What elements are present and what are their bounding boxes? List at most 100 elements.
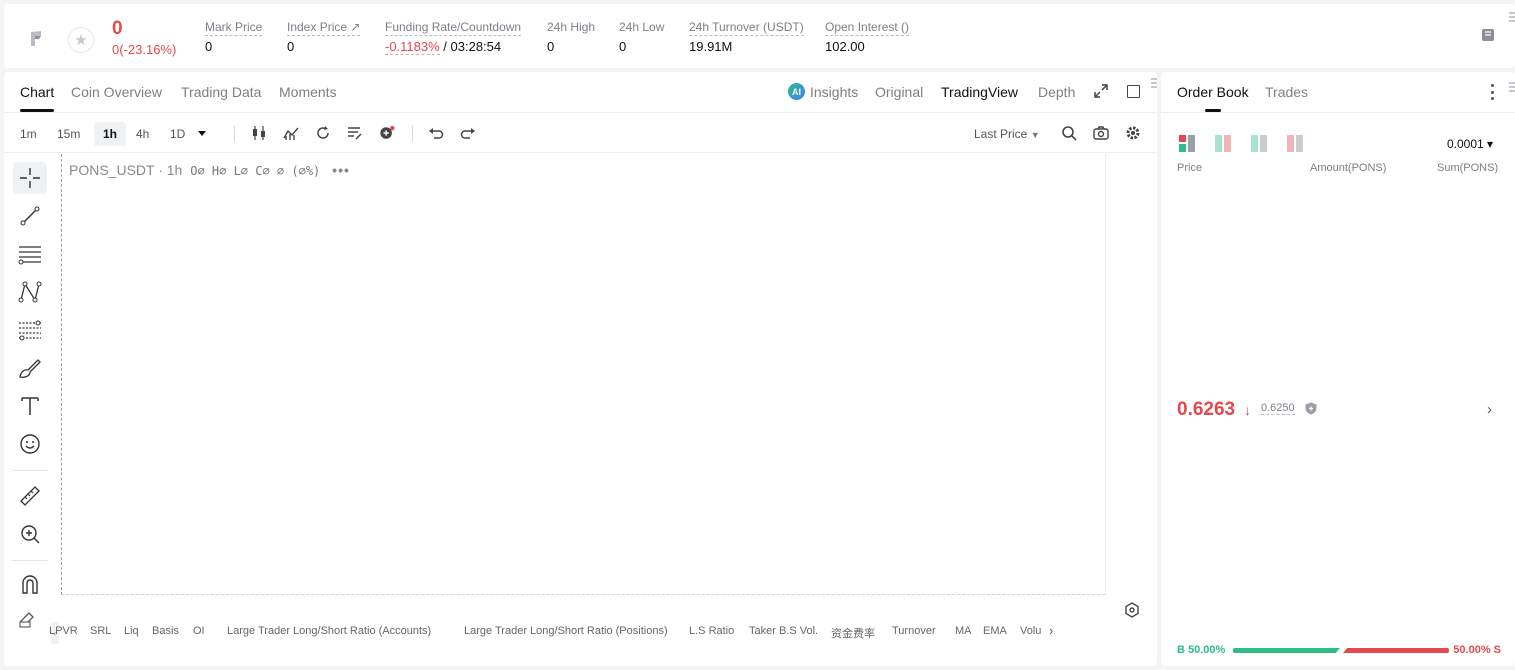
trend-line-icon <box>20 206 40 226</box>
gear-icon[interactable] <box>1125 125 1141 141</box>
indicator-liq[interactable]: Liq <box>124 625 139 637</box>
pattern-tool[interactable] <box>13 276 47 308</box>
legend-more-icon[interactable]: ••• <box>332 162 350 178</box>
order-book-tabs: Order Book Trades <box>1161 72 1515 113</box>
tab-moments[interactable]: Moments <box>279 84 337 100</box>
ai-insights-icon: AI <box>788 83 805 100</box>
indicator-large-trader-accounts[interactable]: Large Trader Long/Short Ratio (Accounts) <box>227 625 431 637</box>
more-options-icon[interactable] <box>1489 84 1495 100</box>
fibonacci-icon <box>19 320 41 341</box>
indicator-lpvr[interactable]: LPVR <box>49 625 78 637</box>
indicator-taker-bs-vol[interactable]: Taker B.S Vol. <box>749 625 818 637</box>
indicator-ma[interactable]: MA <box>955 625 972 637</box>
layout-buy-icon[interactable] <box>1251 135 1268 152</box>
indicator-basis[interactable]: Basis <box>152 625 179 637</box>
indicator-srl[interactable]: SRL <box>90 625 111 637</box>
trend-line-tool[interactable] <box>13 200 47 232</box>
guide-book-icon[interactable] <box>1481 28 1495 42</box>
emoji-tool[interactable] <box>13 428 47 460</box>
indicator-funding-rate[interactable]: 资金费率 <box>831 625 875 641</box>
undo-icon[interactable] <box>428 125 444 141</box>
tab-trading-data[interactable]: Trading Data <box>181 84 261 100</box>
price-change: 0(-23.16%) <box>112 42 177 57</box>
order-book-panel: Order Book Trades 0.0001 ▾ Price Amount(… <box>1161 72 1515 666</box>
layout-both-icon[interactable] <box>1179 135 1196 152</box>
tab-order-book[interactable]: Order Book <box>1177 84 1249 112</box>
timeframe-1d[interactable]: 1D <box>164 122 191 146</box>
precision-select[interactable]: 0.0001 ▾ <box>1447 137 1493 151</box>
templates-icon[interactable] <box>347 125 363 141</box>
timeframe-15m[interactable]: 15m <box>51 122 86 146</box>
sell-ratio-bar <box>1343 648 1449 653</box>
tab-trades[interactable]: Trades <box>1265 84 1308 100</box>
fib-tool[interactable] <box>13 314 47 346</box>
chevron-right-icon[interactable]: › <box>1487 401 1492 418</box>
tab-tradingview[interactable]: TradingView <box>941 84 1018 100</box>
stat-label: 24h High <box>547 20 596 34</box>
tab-depth[interactable]: Depth <box>1038 84 1075 100</box>
text-icon <box>21 397 39 415</box>
stat-24h-low: 24h Low 0 <box>619 18 664 54</box>
favorite-star-icon[interactable]: ★ <box>68 27 94 53</box>
tab-chart[interactable]: Chart <box>10 84 64 112</box>
indicator-turnover[interactable]: Turnover <box>892 625 936 637</box>
window-icon[interactable] <box>1127 85 1140 98</box>
add-alert-icon[interactable] <box>379 125 395 141</box>
zoom-in-icon <box>21 525 40 544</box>
brush-tool[interactable] <box>13 352 47 384</box>
stat-24h-turnover[interactable]: 24h Turnover (USDT) 19.91M <box>689 18 804 54</box>
timeframe-dropdown-icon[interactable] <box>196 127 208 139</box>
ruler-tool[interactable] <box>13 480 47 512</box>
column-amount: Amount(PONS) <box>1310 162 1387 174</box>
timeframe-1m[interactable]: 1m <box>14 122 43 146</box>
tab-original[interactable]: Original <box>875 84 923 100</box>
stat-open-interest[interactable]: Open Interest () 102.00 <box>825 18 910 54</box>
layout-sell-icon[interactable] <box>1287 135 1304 152</box>
chart-panel: Chart Coin Overview Trading Data Moments… <box>4 72 1157 666</box>
tab-coin-overview[interactable]: Coin Overview <box>71 84 162 100</box>
replay-icon[interactable] <box>315 125 331 141</box>
indicator-oi[interactable]: OI <box>193 625 205 637</box>
chevron-right-icon[interactable]: › <box>1049 623 1053 638</box>
indicator-ema[interactable]: EMA <box>983 625 1007 637</box>
last-price: 0 <box>112 18 123 39</box>
magnet-tool[interactable] <box>13 568 47 600</box>
drag-handle-icon[interactable] <box>1509 82 1515 94</box>
ticker-bar: ★ 0 0(-23.16%) Mark Price 0 Index Price … <box>4 4 1515 68</box>
price-source-select[interactable]: Last Price ▼ <box>974 127 1040 141</box>
stat-mark-price[interactable]: Mark Price 0 <box>205 18 263 54</box>
timeframe-4h[interactable]: 4h <box>130 122 155 146</box>
column-sum: Sum(PONS) <box>1437 162 1499 174</box>
mark-price-sub[interactable]: 0.6250 <box>1261 402 1295 415</box>
axis-settings-icon[interactable] <box>1124 602 1140 618</box>
chart-plot-area[interactable] <box>61 154 1105 595</box>
timeframe-1h[interactable]: 1h <box>94 122 127 146</box>
text-tool[interactable] <box>13 390 47 422</box>
stat-label: 24h Turnover (USDT) <box>689 20 804 36</box>
indicator-volume[interactable]: Volu <box>1020 625 1044 637</box>
stat-label: Mark Price <box>205 20 263 36</box>
stat-label: 24h Low <box>619 20 665 34</box>
shield-icon[interactable] <box>1305 402 1317 415</box>
column-price: Price <box>1177 162 1203 174</box>
tab-insights[interactable]: Insights <box>810 84 858 100</box>
layout-bids-icon[interactable] <box>1215 135 1232 152</box>
redo-icon[interactable] <box>460 125 476 141</box>
crosshair-tool[interactable] <box>13 162 47 194</box>
expand-icon[interactable] <box>1094 84 1108 98</box>
search-icon[interactable] <box>1061 125 1077 141</box>
camera-icon[interactable] <box>1093 125 1109 141</box>
stat-label: Index Price ↗ <box>287 20 361 36</box>
stat-index-price[interactable]: Index Price ↗ 0 <box>287 18 361 54</box>
indicators-icon[interactable] <box>283 125 299 141</box>
zoom-tool[interactable] <box>13 518 47 550</box>
indicator-large-trader-positions[interactable]: Large Trader Long/Short Ratio (Positions… <box>464 625 668 637</box>
drag-handle-icon[interactable] <box>1151 78 1157 90</box>
parallel-lines-tool[interactable] <box>13 238 47 270</box>
price-axis[interactable] <box>1105 154 1157 595</box>
drag-handle-icon[interactable] <box>1509 12 1515 24</box>
indicator-ls-ratio[interactable]: L.S Ratio <box>689 625 734 637</box>
candlestick-icon[interactable] <box>251 125 267 141</box>
stat-funding-rate[interactable]: Funding Rate/Countdown -0.1183% / 03:28:… <box>385 18 522 55</box>
stat-value: 19.91M <box>689 39 733 54</box>
